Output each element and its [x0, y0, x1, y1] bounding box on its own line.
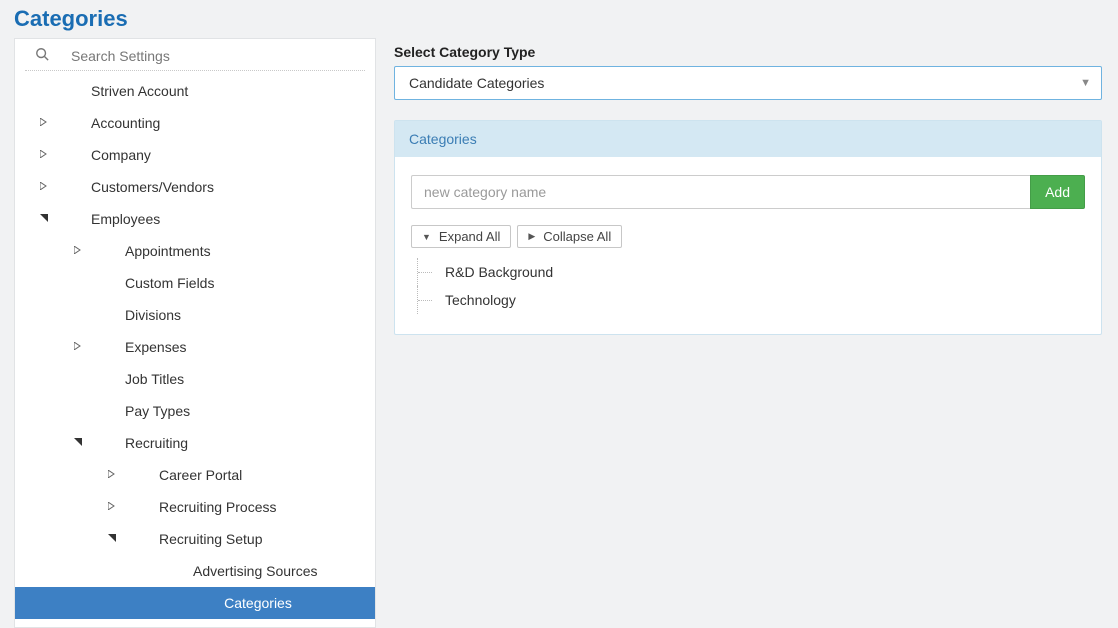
caret-right-icon: [73, 342, 83, 352]
sidebar-item-label: Categories: [224, 595, 292, 611]
caret-right-icon: [39, 182, 49, 192]
tree-connector-icon: [417, 286, 437, 314]
caret-right-icon: [39, 118, 49, 128]
tree-connector-icon: [417, 258, 437, 286]
sidebar-item-advertising-sources[interactable]: Advertising Sources: [15, 555, 375, 587]
sidebar-item-label: Striven Account: [91, 83, 188, 99]
triangle-right-icon: ▶: [528, 231, 535, 242]
search-row: [25, 39, 365, 71]
sidebar-item-divisions[interactable]: Divisions: [15, 299, 375, 331]
new-category-input[interactable]: [411, 175, 1030, 209]
sidebar-item-label: Recruiting Process: [159, 499, 277, 515]
collapse-all-button[interactable]: ▶ Collapse All: [517, 225, 622, 248]
sidebar-item-label: Advertising Sources: [193, 563, 318, 579]
sidebar-item-label: Accounting: [91, 115, 160, 131]
main-panel: Select Category Type Candidate Categorie…: [376, 38, 1118, 335]
sidebar-item-career-portal[interactable]: Career Portal: [15, 459, 375, 491]
sidebar-item-label: Appointments: [125, 243, 211, 259]
select-category-label: Select Category Type: [394, 44, 1102, 60]
sidebar-item-recruiting-setup[interactable]: Recruiting Setup: [15, 523, 375, 555]
caret-down-icon: [107, 534, 117, 544]
search-icon: [35, 47, 49, 64]
sidebar-item-label: Recruiting Setup: [159, 531, 263, 547]
sidebar-item-accounting[interactable]: Accounting: [15, 107, 375, 139]
caret-right-icon: [73, 246, 83, 256]
sidebar-item-recruiting[interactable]: Recruiting: [15, 427, 375, 459]
collapse-all-label: Collapse All: [543, 229, 611, 244]
category-type-select[interactable]: Candidate Categories ▼: [394, 66, 1102, 100]
page-title: Categories: [0, 0, 1118, 38]
sidebar-item-label: Divisions: [125, 307, 181, 323]
caret-right-icon: [107, 470, 117, 480]
categories-panel-body: Add ▼ Expand All ▶ Collapse All R&D Back…: [395, 157, 1101, 334]
category-item[interactable]: R&D Background: [417, 258, 1085, 286]
sidebar-item-expenses[interactable]: Expenses: [15, 331, 375, 363]
settings-tree: Striven Account Accounting Company Customer…: [15, 71, 375, 619]
sidebar-item-label: Customers/Vendors: [91, 179, 214, 195]
category-item-label: R&D Background: [445, 264, 553, 280]
sidebar-item-customers-vendors[interactable]: Customers/Vendors: [15, 171, 375, 203]
sidebar-item-label: Pay Types: [125, 403, 190, 419]
sidebar-item-employees[interactable]: Employees: [15, 203, 375, 235]
expand-all-label: Expand All: [439, 229, 500, 244]
sidebar-item-categories[interactable]: Categories: [15, 587, 375, 619]
add-category-row: Add: [411, 175, 1085, 209]
sidebar-item-label: Recruiting: [125, 435, 188, 451]
sidebar-item-label: Company: [91, 147, 151, 163]
layout: Striven Account Accounting Company Customer…: [0, 38, 1118, 628]
sidebar-item-label: Employees: [91, 211, 160, 227]
categories-panel: Categories Add ▼ Expand All ▶ Collapse A…: [394, 120, 1102, 335]
sidebar-item-label: Custom Fields: [125, 275, 214, 291]
caret-right-icon: [39, 150, 49, 160]
caret-down-icon: [73, 438, 83, 448]
expand-all-button[interactable]: ▼ Expand All: [411, 225, 511, 248]
sidebar-item-appointments[interactable]: Appointments: [15, 235, 375, 267]
category-type-value: Candidate Categories: [409, 75, 544, 91]
caret-down-icon: [39, 214, 49, 224]
caret-right-icon: [107, 502, 117, 512]
expand-collapse-row: ▼ Expand All ▶ Collapse All: [411, 225, 1085, 248]
sidebar-item-label: Job Titles: [125, 371, 184, 387]
add-button[interactable]: Add: [1030, 175, 1085, 209]
category-item-label: Technology: [445, 292, 516, 308]
search-input[interactable]: [71, 48, 353, 64]
sidebar-item-job-titles[interactable]: Job Titles: [15, 363, 375, 395]
category-list: R&D Background Technology: [411, 258, 1085, 314]
sidebar-item-company[interactable]: Company: [15, 139, 375, 171]
settings-sidebar: Striven Account Accounting Company Customer…: [14, 38, 376, 628]
categories-panel-header: Categories: [395, 121, 1101, 157]
category-item[interactable]: Technology: [417, 286, 1085, 314]
sidebar-item-label: Career Portal: [159, 467, 242, 483]
sidebar-item-label: Expenses: [125, 339, 186, 355]
sidebar-item-custom-fields[interactable]: Custom Fields: [15, 267, 375, 299]
sidebar-item-recruiting-process[interactable]: Recruiting Process: [15, 491, 375, 523]
sidebar-item-striven-account[interactable]: Striven Account: [15, 75, 375, 107]
chevron-down-icon: ▼: [1080, 77, 1091, 89]
sidebar-item-pay-types[interactable]: Pay Types: [15, 395, 375, 427]
triangle-down-icon: ▼: [422, 232, 431, 242]
